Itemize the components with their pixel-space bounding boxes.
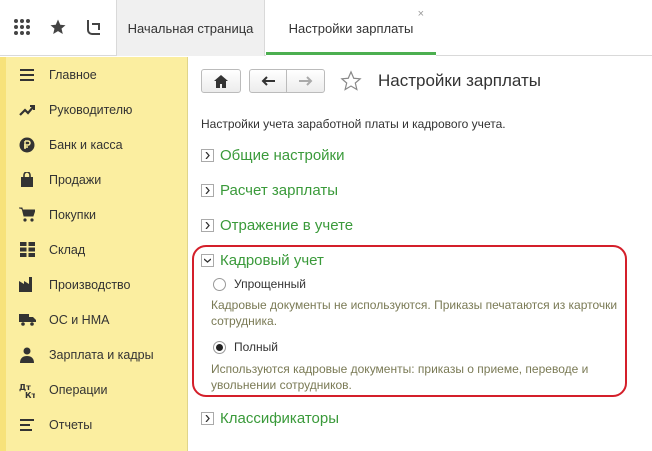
favorites-star-icon[interactable] xyxy=(46,14,70,40)
tab-close-icon[interactable]: × xyxy=(418,8,424,20)
tab-salary-settings-label: Настройки зарплаты xyxy=(288,20,414,36)
section-salary-calc[interactable]: Расчет зарплаты xyxy=(201,182,338,199)
radio-label: Упрощенный xyxy=(234,277,306,291)
chevron-right-icon xyxy=(201,184,214,197)
apps-grid-icon[interactable] xyxy=(10,14,34,40)
section-general[interactable]: Общие настройки xyxy=(201,147,345,164)
sidebar-item-bank[interactable]: Банк и касса xyxy=(0,127,187,162)
page-description: Настройки учета заработной платы и кадро… xyxy=(201,117,506,131)
sidebar-item-production[interactable]: Производство xyxy=(0,267,187,302)
sidebar-item-label: Зарплата и кадры xyxy=(49,347,154,362)
back-button[interactable] xyxy=(250,70,287,92)
section-classifiers[interactable]: Классификаторы xyxy=(201,410,339,427)
home-icon xyxy=(214,74,228,88)
section-label: Отражение в учете xyxy=(220,217,354,234)
report-lines-icon xyxy=(18,416,36,434)
arrow-right-icon xyxy=(298,76,312,86)
sidebar-item-label: Операции xyxy=(49,382,108,397)
warehouse-grid-icon xyxy=(18,241,36,259)
section-label: Кадровый учет xyxy=(220,252,324,269)
section-hr[interactable]: Кадровый учет xyxy=(201,252,324,269)
sidebar-item-assets[interactable]: ОС и НМА xyxy=(0,302,187,337)
top-bar: Начальная страница Настройки зарплаты × xyxy=(0,0,652,56)
home-button[interactable] xyxy=(201,69,241,93)
sidebar-item-salary-hr[interactable]: Зарплата и кадры xyxy=(0,337,187,372)
sidebar-item-label: Главное xyxy=(49,67,97,82)
cart-icon xyxy=(18,206,36,224)
radio-hint: Используются кадровые документы: приказы… xyxy=(211,362,589,392)
active-tab-indicator xyxy=(266,52,436,55)
menu-lines-icon xyxy=(18,66,36,84)
sidebar-item-label: Отчеты xyxy=(49,417,93,432)
svg-text:Кт: Кт xyxy=(25,391,35,398)
dt-kt-icon: Дт Кт xyxy=(18,381,36,399)
radio-full[interactable]: Полный xyxy=(213,340,278,354)
factory-icon xyxy=(18,276,36,294)
page-title: Настройки зарплаты xyxy=(378,71,541,90)
radio-button[interactable] xyxy=(213,340,226,354)
sidebar-item-label: Покупки xyxy=(49,207,97,222)
add-favorite-star-icon[interactable] xyxy=(340,70,362,92)
tab-salary-settings[interactable]: Настройки зарплаты × xyxy=(266,0,436,56)
radio-hint: Кадровые документы не используются. Прик… xyxy=(211,298,618,328)
forward-button[interactable] xyxy=(287,70,324,92)
section-label: Расчет зарплаты xyxy=(220,182,338,199)
sidebar-item-sales[interactable]: Продажи xyxy=(0,162,187,197)
tab-home-label: Начальная страница xyxy=(127,20,254,36)
history-nav-group xyxy=(249,69,325,93)
sidebar-item-label: Производство xyxy=(49,277,131,292)
sidebar-item-warehouse[interactable]: Склад xyxy=(0,232,187,267)
trend-icon xyxy=(18,101,36,119)
section-accounting[interactable]: Отражение в учете xyxy=(201,217,353,234)
sidebar-item-manager[interactable]: Руководителю xyxy=(0,92,187,127)
sidebar-item-label: Продажи xyxy=(49,172,102,187)
person-icon xyxy=(18,346,36,364)
sidebar-item-label: Склад xyxy=(49,242,86,257)
radio-simplified[interactable]: Упрощенный xyxy=(213,277,306,291)
chevron-down-icon xyxy=(201,254,214,267)
arrow-left-icon xyxy=(261,76,275,86)
shopping-bag-icon xyxy=(18,171,36,189)
ruble-coin-icon xyxy=(18,136,36,154)
sidebar-item-label: ОС и НМА xyxy=(49,312,110,327)
history-icon[interactable] xyxy=(82,14,106,40)
sidebar-item-label: Руководителю xyxy=(49,102,133,117)
chevron-right-icon xyxy=(201,412,214,425)
truck-icon xyxy=(18,311,36,329)
sidebar-item-purchases[interactable]: Покупки xyxy=(0,197,187,232)
section-label: Общие настройки xyxy=(220,147,345,164)
tab-home[interactable]: Начальная страница xyxy=(117,0,265,56)
sidebar-item-label: Банк и касса xyxy=(49,137,123,152)
radio-dot xyxy=(216,343,223,351)
sidebar-item-main[interactable]: Главное xyxy=(0,57,187,92)
main-content: Настройки зарплаты Настройки учета зараб… xyxy=(189,57,652,451)
chevron-right-icon xyxy=(201,149,214,162)
sidebar: Главное Руководителю Банк и касса Продаж… xyxy=(0,57,188,451)
sidebar-item-reports[interactable]: Отчеты xyxy=(0,407,187,442)
section-label: Классификаторы xyxy=(220,410,340,427)
sidebar-item-operations[interactable]: Дт Кт Операции xyxy=(0,372,187,407)
chevron-right-icon xyxy=(201,219,214,232)
radio-label: Полный xyxy=(234,340,278,354)
radio-button[interactable] xyxy=(213,277,226,291)
